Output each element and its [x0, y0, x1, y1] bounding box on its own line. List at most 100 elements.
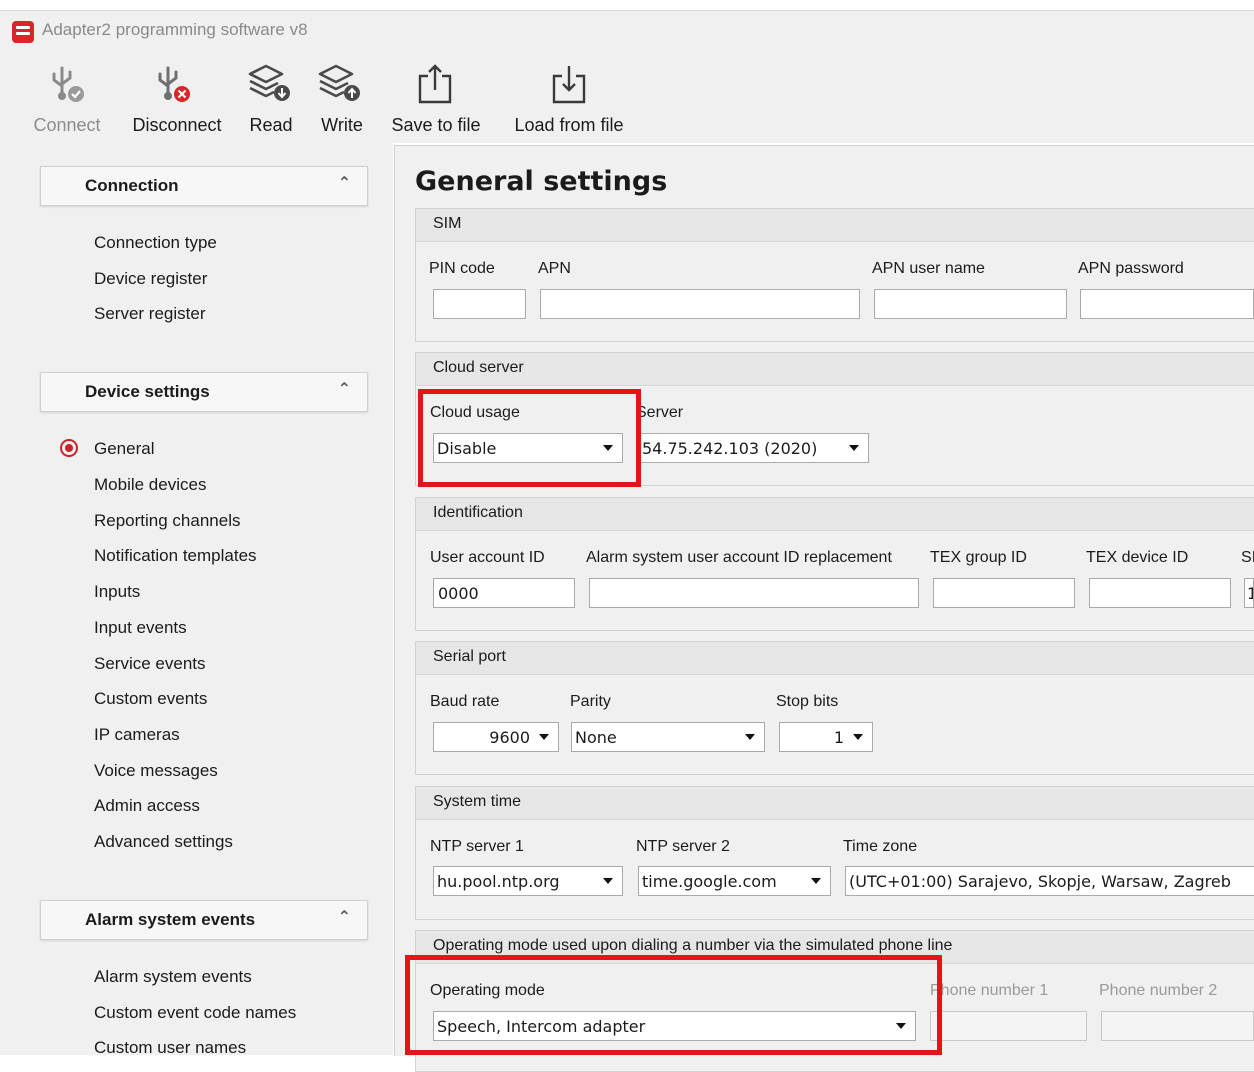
sidebar-item-ip-cameras[interactable]: IP cameras	[94, 725, 180, 745]
chevron-up-icon[interactable]: ⌃	[338, 379, 351, 399]
server-label: Server	[636, 404, 684, 421]
connection-section-header[interactable]: Connection ⌃	[40, 166, 368, 206]
baud-rate-label: Baud rate	[430, 693, 500, 710]
cloud-usage-select[interactable]: Disable	[433, 433, 623, 463]
parity-value: None	[575, 728, 617, 747]
window-title: Adapter2 programming software v8	[42, 20, 308, 39]
sidebar-item-custom-user-names[interactable]: Custom user names	[94, 1038, 246, 1058]
sidebar-item-voice-messages[interactable]: Voice messages	[94, 761, 218, 781]
dropdown-arrow-icon[interactable]	[539, 734, 549, 740]
apn-input[interactable]	[540, 289, 860, 319]
chevron-up-icon[interactable]: ⌃	[338, 173, 351, 193]
dropdown-arrow-icon[interactable]	[853, 734, 863, 740]
connect-button[interactable]: Connect	[26, 62, 108, 142]
operating-mode-group-header: Operating mode used upon dialing a numbe…	[416, 931, 1254, 964]
operating-mode-select[interactable]: Speech, Intercom adapter	[433, 1011, 916, 1041]
usb-connect-icon	[52, 66, 84, 102]
user-account-id-label: User account ID	[430, 549, 545, 566]
sim-group-header: SIM	[416, 209, 1254, 242]
operating-mode-value: Speech, Intercom adapter	[437, 1017, 646, 1036]
sidebar-item-device-register[interactable]: Device register	[94, 269, 207, 289]
cloud-usage-value: Disable	[437, 439, 497, 458]
ntp-server-1-select[interactable]: hu.pool.ntp.org	[433, 866, 623, 896]
operating-mode-label: Operating mode	[430, 982, 545, 999]
apn-user-name-label: APN user name	[872, 260, 985, 277]
sim-header-text: SIM	[433, 215, 462, 232]
sidebar-item-admin-access[interactable]: Admin access	[94, 796, 200, 816]
sidebar-item-reporting-channels[interactable]: Reporting channels	[94, 511, 240, 531]
export-icon	[418, 64, 452, 104]
ntp-server-2-select[interactable]: time.google.com	[638, 866, 831, 896]
dropdown-arrow-icon[interactable]	[896, 1023, 906, 1029]
parity-label: Parity	[570, 693, 611, 710]
chevron-up-icon[interactable]: ⌃	[338, 907, 351, 927]
disconnect-button[interactable]: Disconnect	[124, 62, 230, 142]
write-button[interactable]: Write	[314, 62, 370, 142]
app-logo-icon	[12, 21, 34, 43]
system-time-header-text: System time	[433, 793, 522, 810]
apn-user-name-input[interactable]	[874, 289, 1067, 319]
pin-code-input[interactable]	[433, 289, 526, 319]
write-label: Write	[321, 115, 363, 135]
baud-rate-value: 9600	[489, 728, 530, 747]
cloud-server-group-header: Cloud server	[416, 353, 1254, 386]
system-time-group-header: System time	[416, 787, 1254, 820]
sidebar-item-server-register[interactable]: Server register	[94, 304, 205, 324]
alarm-system-events-section-title: Alarm system events	[85, 910, 256, 929]
sidebar-item-general[interactable]: General	[94, 439, 154, 459]
sidebar-item-notification-templates[interactable]: Notification templates	[94, 546, 257, 566]
dropdown-arrow-icon[interactable]	[811, 878, 821, 884]
time-zone-select[interactable]: (UTC+01:00) Sarajevo, Skopje, Warsaw, Za…	[845, 866, 1254, 896]
sidebar-item-advanced-settings[interactable]: Advanced settings	[94, 832, 233, 852]
sidebar-item-custom-events[interactable]: Custom events	[94, 689, 207, 709]
connection-section-title: Connection	[85, 176, 179, 195]
dropdown-arrow-icon[interactable]	[849, 445, 859, 451]
tex-group-id-input[interactable]	[933, 578, 1075, 608]
dropdown-arrow-icon[interactable]	[745, 734, 755, 740]
user-account-id-input[interactable]: 0000	[433, 578, 575, 608]
alarm-system-events-section-header[interactable]: Alarm system events ⌃	[40, 900, 368, 940]
serial-port-header-text: Serial port	[433, 648, 506, 665]
server-label-mask	[630, 398, 640, 428]
ntp-server-2-label: NTP server 2	[636, 838, 730, 855]
si-cut-input[interactable]: 1	[1244, 578, 1254, 608]
device-settings-section-title: Device settings	[85, 382, 210, 401]
save-to-file-label: Save to file	[391, 115, 481, 135]
connect-label: Connect	[33, 115, 101, 135]
load-from-file-button[interactable]: Load from file	[506, 62, 632, 142]
layers-download-icon	[248, 64, 290, 101]
apn-password-input[interactable]	[1080, 289, 1254, 319]
tex-device-id-input[interactable]	[1089, 578, 1231, 608]
sidebar-item-connection-type[interactable]: Connection type	[94, 233, 217, 253]
sidebar-item-inputs[interactable]: Inputs	[94, 582, 140, 602]
system-time-group: System time	[415, 786, 1254, 920]
phone-number-2-input	[1101, 1011, 1254, 1041]
cloud-server-group: Cloud server	[415, 352, 1254, 486]
server-select[interactable]: 54.75.242.103 (2020)	[638, 433, 869, 463]
ntp-server-2-value: time.google.com	[642, 872, 777, 891]
phone-number-1-label: Phone number 1	[930, 982, 1049, 999]
save-to-file-button[interactable]: Save to file	[388, 62, 484, 142]
time-zone-label: Time zone	[843, 838, 918, 855]
account-id-replacement-input[interactable]	[589, 578, 919, 608]
identification-group-header: Identification	[416, 498, 1254, 531]
dropdown-arrow-icon[interactable]	[603, 878, 613, 884]
parity-select[interactable]: None	[571, 722, 765, 752]
stop-bits-select[interactable]: 1	[779, 722, 873, 752]
baud-rate-select[interactable]: 9600	[433, 722, 559, 752]
read-label: Read	[249, 115, 293, 135]
sidebar-item-service-events[interactable]: Service events	[94, 654, 206, 674]
read-button[interactable]: Read	[244, 62, 298, 142]
sidebar-item-mobile-devices[interactable]: Mobile devices	[94, 475, 206, 495]
device-settings-section-header[interactable]: Device settings ⌃	[40, 372, 368, 412]
layers-upload-icon	[318, 64, 360, 101]
sidebar-item-input-events[interactable]: Input events	[94, 618, 187, 638]
dropdown-arrow-icon[interactable]	[603, 445, 613, 451]
pin-code-label: PIN code	[429, 260, 495, 277]
account-id-replacement-label: Alarm system user account ID replacement	[586, 549, 892, 566]
stop-bits-label: Stop bits	[776, 693, 839, 710]
sidebar-item-alarm-system-events[interactable]: Alarm system events	[94, 967, 252, 987]
phone-number-2-label: Phone number 2	[1099, 982, 1218, 999]
selected-radio-icon	[60, 439, 78, 457]
sidebar-item-custom-event-code-names[interactable]: Custom event code names	[94, 1003, 296, 1023]
